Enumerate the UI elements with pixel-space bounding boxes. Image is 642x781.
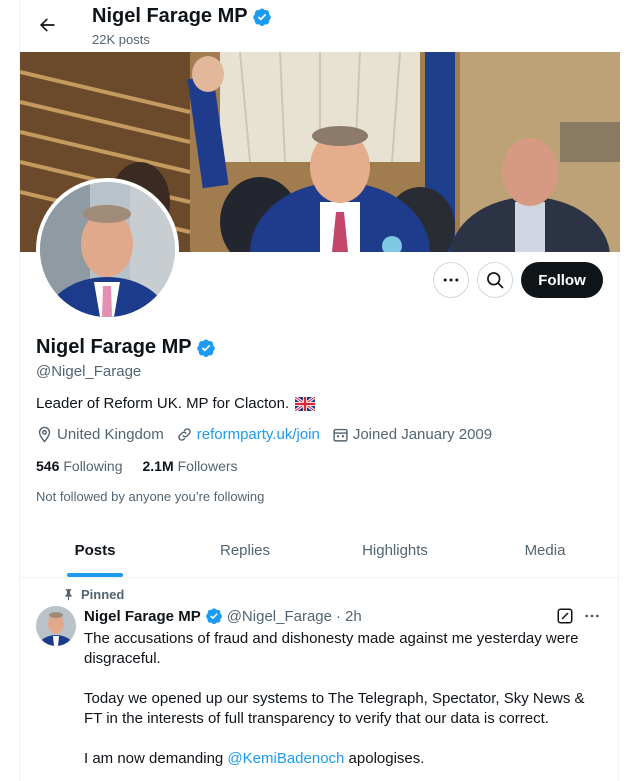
following-link[interactable]: 546 Following bbox=[36, 458, 123, 474]
active-tab-indicator bbox=[67, 573, 123, 577]
pinned-label: Pinned bbox=[81, 587, 125, 602]
followers-link[interactable]: 2.1M Followers bbox=[143, 458, 238, 474]
tweet-text: The accusations of fraud and dishonesty … bbox=[84, 629, 604, 781]
mention-link[interactable]: @KemiBadenoch bbox=[227, 750, 344, 767]
followers-count: 2.1M bbox=[142, 458, 174, 474]
back-button[interactable] bbox=[30, 8, 64, 42]
profile-tabs: Posts Replies Highlights Media bbox=[20, 524, 620, 578]
pinned-indicator: Pinned bbox=[62, 587, 124, 602]
grok-button[interactable] bbox=[556, 607, 574, 630]
profile-bio: Leader of Reform UK. MP for Clacton. bbox=[36, 395, 316, 412]
location-item: United Kingdom bbox=[36, 426, 164, 443]
tweet-author-avatar[interactable] bbox=[36, 606, 76, 646]
joined-item: Joined January 2009 bbox=[332, 426, 492, 443]
arrow-left-icon bbox=[40, 18, 55, 32]
uk-flag-icon bbox=[295, 396, 316, 411]
followers-label: Followers bbox=[177, 458, 238, 474]
tweet-text-fragment: I am now demanding bbox=[84, 750, 228, 767]
ellipsis-icon bbox=[585, 614, 599, 618]
tweet-paragraph: Today we opened up our systems to The Te… bbox=[84, 690, 585, 727]
verified-badge-icon bbox=[205, 607, 223, 625]
tab-highlights-label: Highlights bbox=[362, 542, 428, 559]
profile-meta: United Kingdom reformparty.uk/join Joine… bbox=[36, 426, 504, 443]
joined-text: Joined January 2009 bbox=[352, 426, 493, 443]
tweet-paragraph: The accusations of fraud and dishonesty … bbox=[84, 630, 579, 667]
follow-button[interactable]: Follow bbox=[521, 262, 603, 298]
avatar-photo bbox=[40, 182, 175, 317]
website-item: reformparty.uk/join bbox=[176, 426, 320, 443]
pin-icon bbox=[65, 589, 72, 601]
grok-icon bbox=[557, 608, 573, 624]
search-profile-button[interactable] bbox=[477, 262, 513, 298]
profile-handle: @Nigel_Farage bbox=[36, 363, 142, 380]
tab-posts-label: Posts bbox=[74, 542, 116, 559]
location-pin-icon bbox=[38, 426, 51, 443]
link-icon bbox=[177, 428, 191, 441]
follow-stats: 546 Following 2.1M Followers bbox=[36, 458, 238, 474]
tab-media[interactable]: Media bbox=[470, 524, 620, 577]
following-count: 546 bbox=[36, 458, 60, 474]
tab-replies-label: Replies bbox=[219, 542, 271, 559]
tweet-more-button[interactable] bbox=[583, 607, 601, 630]
header-posts-count: 22K posts bbox=[92, 32, 150, 47]
followed-by-note: Not followed by anyone you’re following bbox=[36, 489, 265, 504]
profile-display-name: Nigel Farage MP bbox=[36, 336, 192, 358]
top-bar: Nigel Farage MP 22K posts bbox=[20, 0, 620, 52]
header-title: Nigel Farage MP bbox=[92, 5, 272, 28]
profile-page: Nigel Farage MP 22K posts Follow Nigel F… bbox=[19, 0, 620, 781]
verified-badge-icon bbox=[252, 7, 272, 27]
bio-text: Leader of Reform UK. MP for Clacton. bbox=[36, 395, 290, 412]
verified-badge-icon[interactable] bbox=[196, 338, 216, 358]
tweet-paragraph: I am now demanding @KemiBadenoch apologi… bbox=[84, 749, 604, 769]
tweet-separator: · bbox=[335, 607, 341, 625]
tweet-time[interactable]: 2h bbox=[345, 608, 362, 625]
tab-media-label: Media bbox=[524, 542, 566, 559]
tweet-text-fragment: apologises. bbox=[344, 750, 425, 767]
location-text: United Kingdom bbox=[57, 426, 164, 443]
tweet-author-name[interactable]: Nigel Farage MP bbox=[84, 608, 201, 625]
tab-highlights[interactable]: Highlights bbox=[320, 524, 470, 577]
search-icon bbox=[487, 272, 504, 289]
profile-avatar[interactable] bbox=[36, 178, 179, 321]
following-label: Following bbox=[63, 458, 123, 474]
tab-replies[interactable]: Replies bbox=[170, 524, 320, 577]
ellipsis-icon bbox=[443, 278, 459, 282]
more-options-button[interactable] bbox=[433, 262, 469, 298]
tab-posts[interactable]: Posts bbox=[20, 524, 170, 577]
tweet-author-handle[interactable]: @Nigel_Farage bbox=[227, 608, 332, 625]
website-link[interactable]: reformparty.uk/join bbox=[197, 426, 320, 443]
calendar-icon bbox=[333, 428, 348, 442]
tweet-avatar-photo bbox=[36, 606, 76, 646]
header-name: Nigel Farage MP bbox=[92, 5, 248, 27]
tweet-header: Nigel Farage MP @Nigel_Farage · 2h bbox=[84, 607, 362, 625]
profile-name: Nigel Farage MP bbox=[36, 336, 216, 359]
